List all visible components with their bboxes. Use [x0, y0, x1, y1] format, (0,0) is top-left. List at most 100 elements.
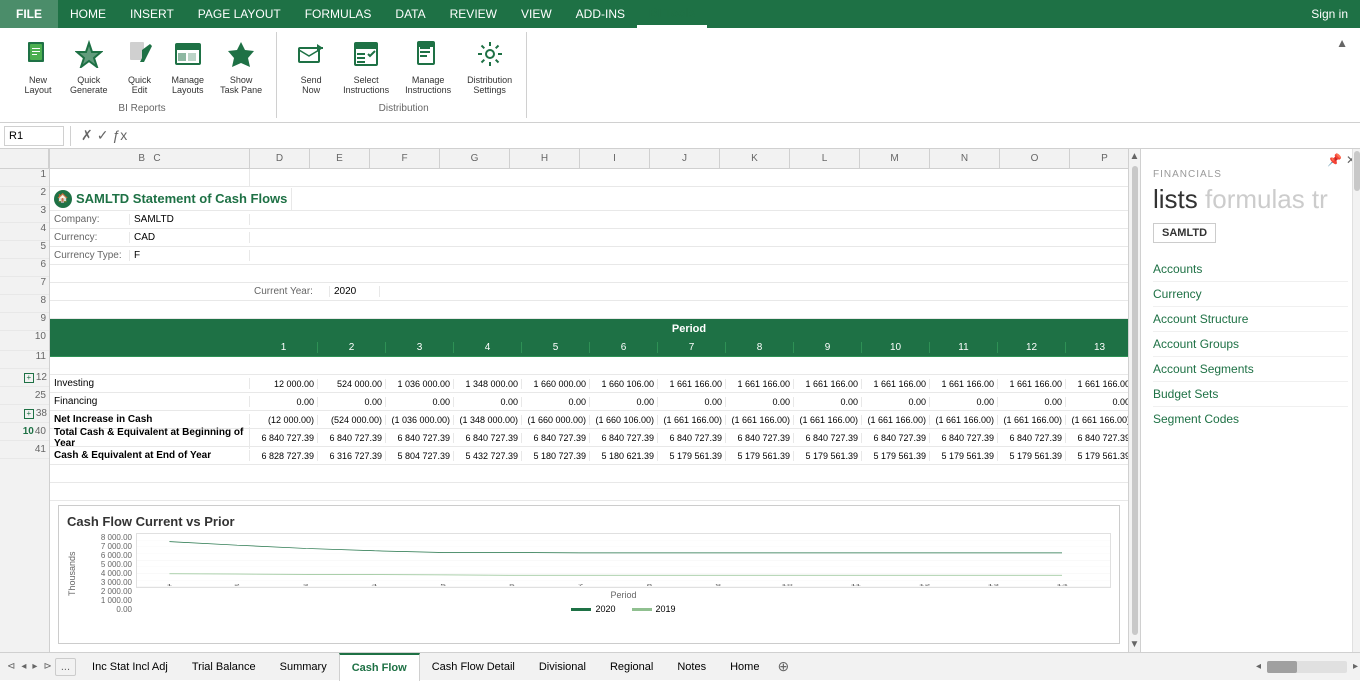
quick-generate-button[interactable]: QuickGenerate — [64, 36, 114, 99]
tab-formulas[interactable]: FORMULAS — [293, 0, 384, 28]
sidebar-link-account-structure[interactable]: Account Structure — [1153, 307, 1348, 332]
tab-cash-flow[interactable]: Cash Flow — [339, 653, 420, 681]
legend-2019: 2019 — [632, 604, 676, 614]
cell-5-label: Currency Type: — [50, 250, 130, 261]
tab-summary[interactable]: Summary — [268, 653, 339, 681]
row-11: 11 — [0, 351, 49, 369]
tab-data[interactable]: DATA — [383, 0, 437, 28]
tab-add-ins[interactable]: ADD-INS — [564, 0, 637, 28]
select-instructions-button[interactable]: SelectInstructions — [337, 36, 395, 99]
col-header-f[interactable]: F — [370, 149, 440, 168]
manage-layouts-button[interactable]: ManageLayouts — [166, 36, 211, 99]
total-p1: 6 840 727.39 — [250, 433, 318, 443]
legend-2020-label: 2020 — [595, 604, 615, 614]
tab-insert[interactable]: INSERT — [118, 0, 186, 28]
tab-home[interactable]: Home — [718, 653, 771, 681]
sheet-nav-first[interactable]: ⊲ — [4, 659, 18, 674]
col-header-j[interactable]: J — [650, 149, 720, 168]
tab-cash-flow-detail[interactable]: Cash Flow Detail — [420, 653, 527, 681]
sign-in-button[interactable]: Sign in — [1299, 7, 1360, 21]
cell-reference-input[interactable] — [4, 126, 64, 146]
col-header-k[interactable]: K — [720, 149, 790, 168]
cell-4-label: Currency: — [50, 232, 130, 243]
col-header-m[interactable]: M — [860, 149, 930, 168]
y-axis-ticks: 8 000.00 7 000.00 6 000.00 5 000.00 4 00… — [81, 533, 136, 614]
sheet-nav-last[interactable]: ⊳ — [40, 659, 54, 674]
tab-home[interactable]: HOME — [58, 0, 118, 28]
add-sheet-button[interactable]: ⊕ — [771, 656, 795, 677]
tab-review[interactable]: REVIEW — [438, 0, 509, 28]
tab-notes[interactable]: Notes — [665, 653, 718, 681]
show-task-pane-button[interactable]: ShowTask Pane — [214, 36, 268, 99]
tab-page-layout[interactable]: PAGE LAYOUT — [186, 0, 293, 28]
tab-trial-balance[interactable]: Trial Balance — [180, 653, 268, 681]
financing-p9: 0.00 — [794, 397, 862, 407]
ribbon-collapse-button[interactable]: ▲ — [1336, 36, 1348, 50]
scroll-thumb[interactable] — [1132, 166, 1138, 635]
col-header-i[interactable]: I — [580, 149, 650, 168]
tab-regional[interactable]: Regional — [598, 653, 665, 681]
tab-scroll-left[interactable]: ◂ — [1254, 659, 1263, 674]
pin-sidebar-button[interactable]: 📌 — [1327, 153, 1342, 167]
tab-view[interactable]: VIEW — [509, 0, 564, 28]
expand-row-38[interactable]: + — [24, 409, 34, 419]
sidebar-scrollbar[interactable] — [1352, 149, 1360, 652]
quick-edit-button[interactable]: QuickEdit — [118, 36, 162, 99]
col-header-h[interactable]: H — [510, 149, 580, 168]
new-layout-button[interactable]: NewLayout — [16, 36, 60, 99]
tab-scroll-right[interactable]: ▸ — [1351, 659, 1360, 674]
send-now-button[interactable]: SendNow — [289, 36, 333, 99]
horizontal-scrollbar-thumb[interactable] — [1267, 661, 1297, 673]
cancel-formula-icon[interactable]: ✗ — [81, 127, 93, 144]
sidebar-scroll-thumb[interactable] — [1354, 151, 1360, 191]
formula-input[interactable] — [135, 126, 1356, 146]
horizontal-scrollbar-track[interactable] — [1267, 661, 1347, 673]
net-p5: (1 660 000.00) — [522, 415, 590, 425]
investing-p13: 1 661 166.00 — [1066, 379, 1128, 389]
net-p12: (1 661 166.00) — [998, 415, 1066, 425]
investing-p9: 1 661 166.00 — [794, 379, 862, 389]
grid-row-1 — [50, 169, 1128, 187]
col-header-l[interactable]: L — [790, 149, 860, 168]
financing-label: Financing — [50, 396, 250, 407]
confirm-formula-icon[interactable]: ✓ — [97, 127, 109, 144]
chart-container: Cash Flow Current vs Prior Thousands 8 0… — [58, 505, 1120, 644]
quick-edit-label: QuickEdit — [128, 75, 151, 95]
col-header-bc[interactable]: B C — [50, 149, 250, 168]
sidebar-link-currency[interactable]: Currency — [1153, 282, 1348, 307]
cell-4-value: CAD — [130, 232, 250, 243]
col-header-n[interactable]: N — [930, 149, 1000, 168]
sidebar-link-segment-codes[interactable]: Segment Codes — [1153, 407, 1348, 431]
sidebar-link-account-groups[interactable]: Account Groups — [1153, 332, 1348, 357]
col-header-g[interactable]: G — [440, 149, 510, 168]
tab-inc-stat-incl-adj[interactable]: Inc Stat Incl Adj — [80, 653, 180, 681]
tab-file[interactable]: FILE — [0, 0, 58, 28]
insert-function-icon[interactable]: ƒx — [112, 127, 127, 144]
cell-2-title: 🏠 SAMLTD Statement of Cash Flows — [50, 188, 292, 210]
sidebar-link-budget-sets[interactable]: Budget Sets — [1153, 382, 1348, 407]
tab-divisional[interactable]: Divisional — [527, 653, 598, 681]
distribution-settings-button[interactable]: DistributionSettings — [461, 36, 518, 99]
sidebar-link-accounts[interactable]: Accounts — [1153, 257, 1348, 282]
investing-p1: 12 000.00 — [250, 379, 318, 389]
legend-2019-line — [632, 608, 652, 611]
sheet-nav-prev[interactable]: ◂ — [18, 659, 29, 674]
chart-title: Cash Flow Current vs Prior — [67, 514, 1111, 529]
svg-text:13: 13 — [987, 584, 999, 587]
tab-bi-tools[interactable]: BI Tools — [637, 0, 707, 28]
financing-p3: 0.00 — [386, 397, 454, 407]
y-tick-5: 5 000.00 — [101, 560, 132, 569]
col-header-e[interactable]: E — [310, 149, 370, 168]
corner-cell — [0, 149, 49, 169]
col-header-p[interactable]: P — [1070, 149, 1128, 168]
manage-instructions-button[interactable]: ManageInstructions — [399, 36, 457, 99]
total-p7: 6 840 727.39 — [658, 433, 726, 443]
sheet-nav-next[interactable]: ▸ — [29, 659, 40, 674]
period-3: 3 — [386, 342, 454, 353]
sidebar-link-account-segments[interactable]: Account Segments — [1153, 357, 1348, 382]
expand-row-12[interactable]: + — [24, 373, 34, 383]
chart-legend: 2020 2019 — [136, 604, 1111, 614]
col-header-o[interactable]: O — [1000, 149, 1070, 168]
vertical-scrollbar[interactable]: ▲ ▼ — [1128, 149, 1140, 652]
col-header-d[interactable]: D — [250, 149, 310, 168]
